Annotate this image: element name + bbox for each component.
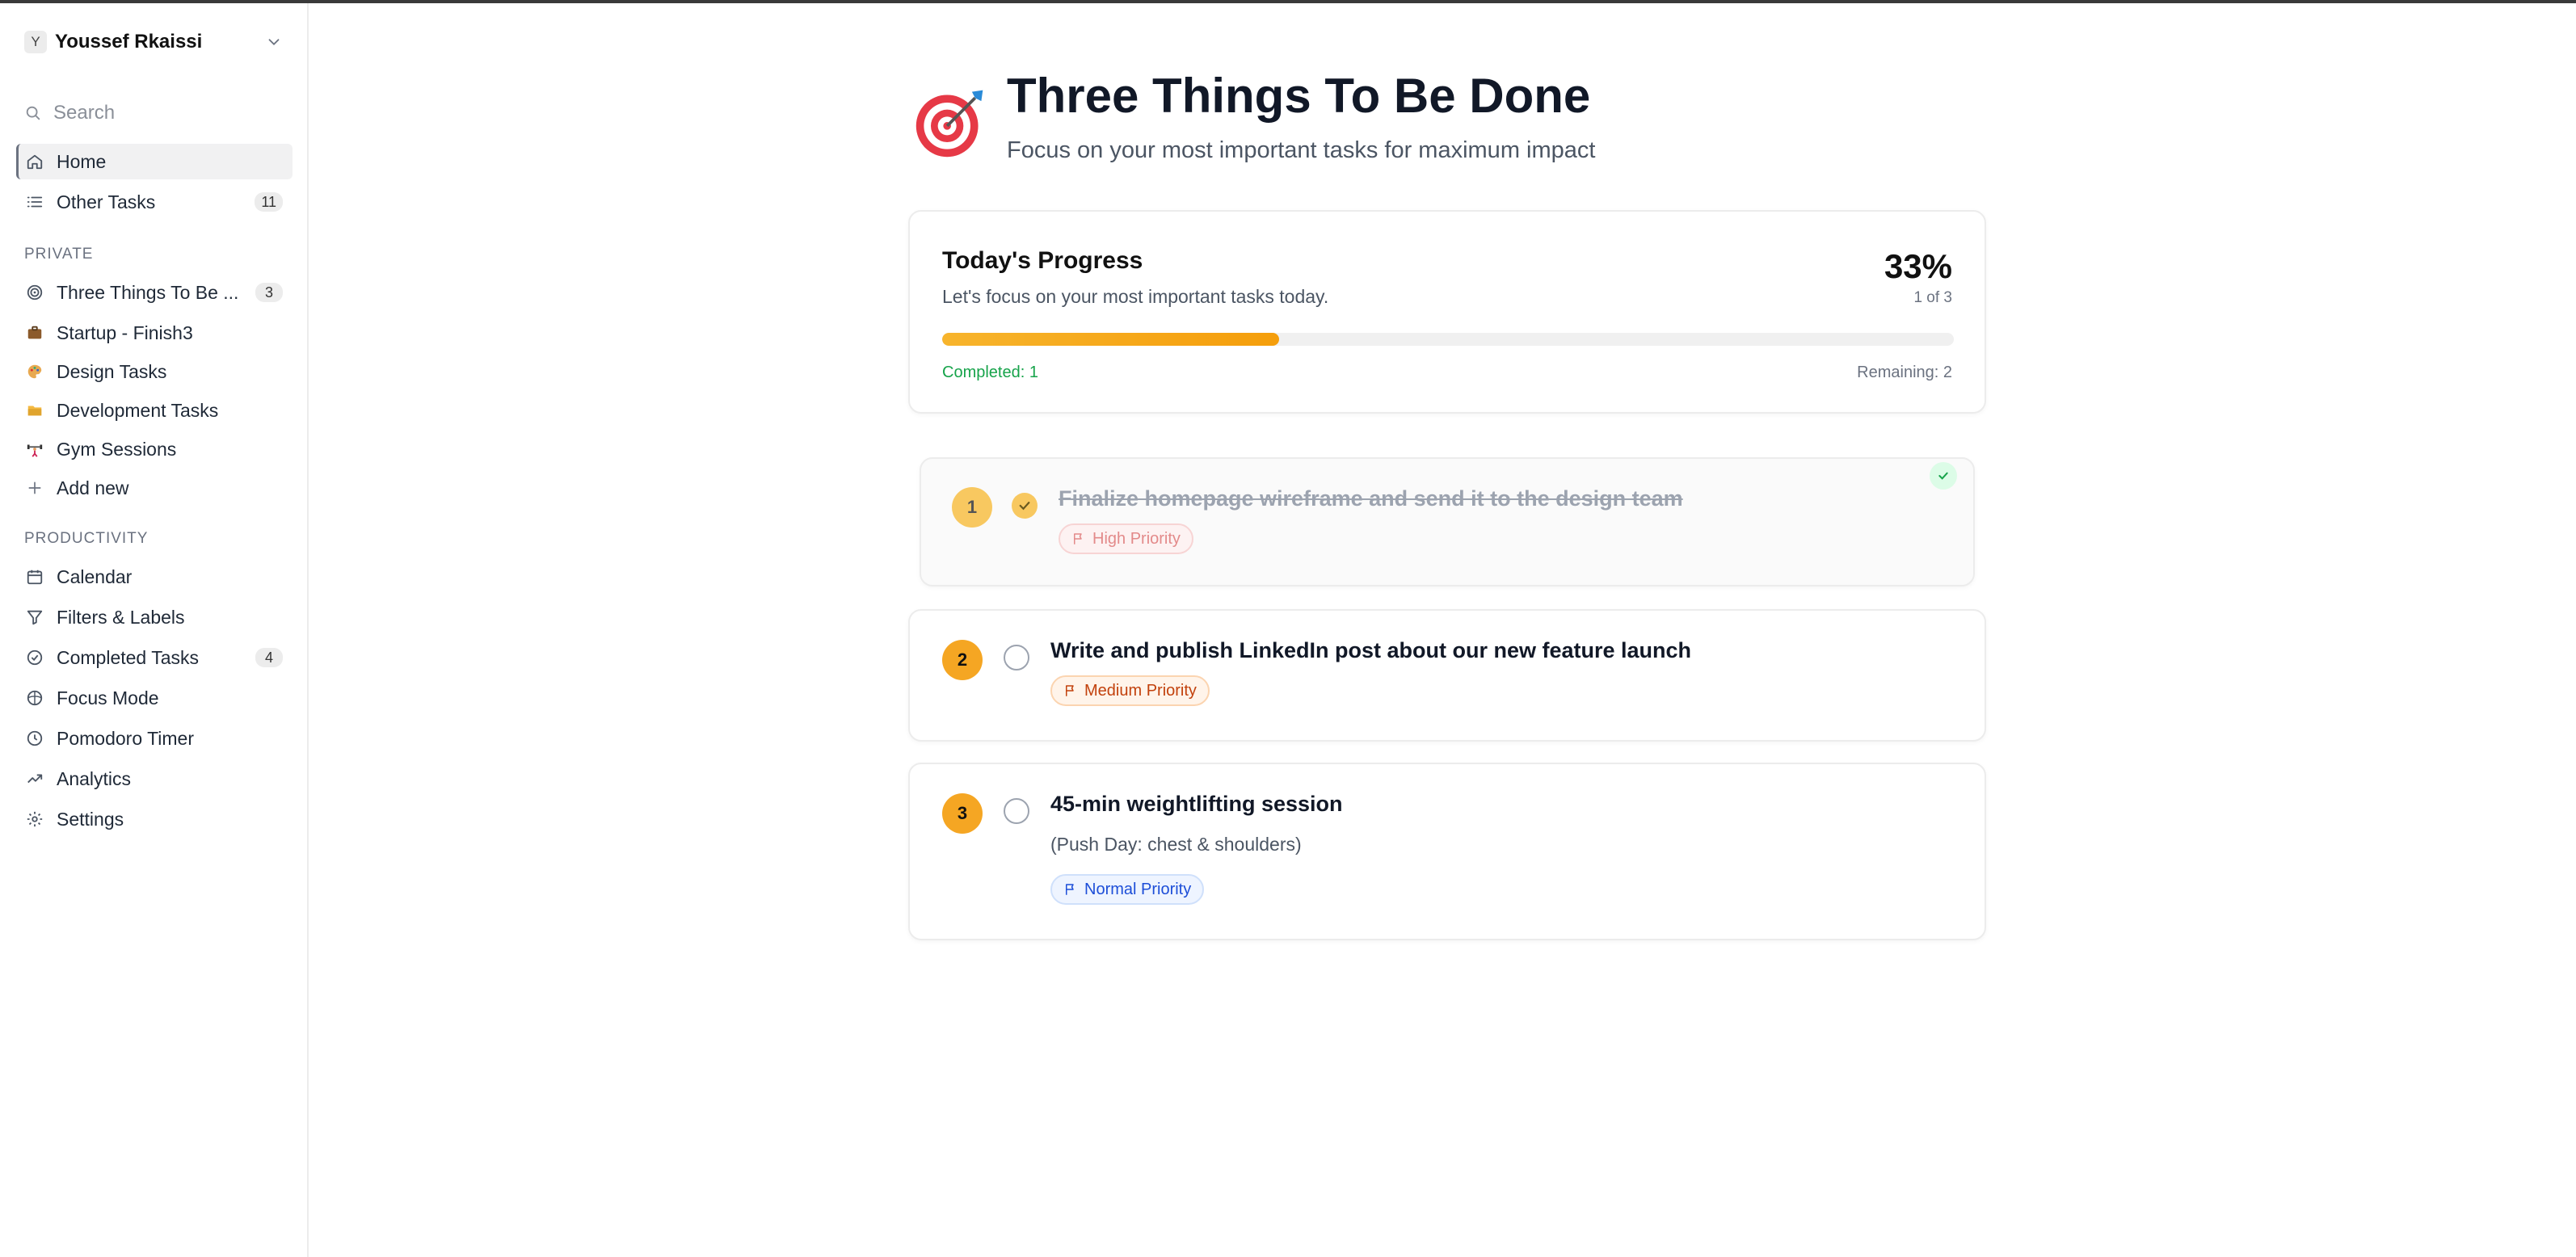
completed-count: Completed: 1 (942, 364, 1038, 381)
sidebar-item-calendar[interactable]: Calendar (16, 559, 293, 595)
user-name: Youssef Rkaissi (55, 31, 203, 53)
search-input[interactable]: Search (24, 99, 283, 128)
calendar-icon (24, 566, 45, 587)
priority-badge: Normal Priority (1050, 874, 1205, 905)
sidebar-item-focus-mode[interactable]: Focus Mode (16, 680, 293, 716)
folder-icon (24, 400, 45, 421)
count-badge: 3 (255, 283, 283, 302)
sidebar-item-label: Filters & Labels (57, 606, 185, 628)
page-header: Three Things To Be Done Focus on your mo… (911, 63, 1639, 168)
sidebar: Y Youssef Rkaissi Search Home Other Task… (0, 3, 309, 1257)
task-number: 2 (942, 640, 983, 680)
sidebar-item-label: Gym Sessions (57, 438, 177, 460)
task-number: 1 (952, 487, 992, 528)
sidebar-item-three-things[interactable]: Three Things To Be ... 3 (16, 275, 293, 310)
progress-bar-fill (942, 333, 1279, 346)
progress-count: 1 of 3 (1913, 289, 1952, 306)
sidebar-item-label: Home (57, 150, 107, 172)
focus-icon (24, 687, 45, 708)
sidebar-item-label: Design Tasks (57, 360, 167, 382)
list-icon (24, 191, 45, 212)
sidebar-item-completed-tasks[interactable]: Completed Tasks 4 (16, 640, 293, 675)
sidebar-item-label: Completed Tasks (57, 646, 199, 668)
sidebar-item-settings[interactable]: Settings (16, 801, 293, 837)
remaining-count: Remaining: 2 (1857, 364, 1952, 381)
count-badge: 11 (255, 192, 283, 212)
window-top-border (0, 0, 2576, 3)
sidebar-item-other-tasks[interactable]: Other Tasks 11 (16, 184, 293, 220)
priority-label: Normal Priority (1084, 880, 1192, 898)
sidebar-item-label: Three Things To Be ... (57, 281, 239, 303)
progress-bar (942, 333, 1954, 346)
section-label-private: PRIVATE (24, 246, 94, 263)
task-checkbox[interactable] (1012, 493, 1038, 519)
search-placeholder: Search (53, 102, 116, 124)
task-checkbox[interactable] (1004, 645, 1029, 671)
sidebar-item-filters-labels[interactable]: Filters & Labels (16, 599, 293, 635)
sidebar-item-home[interactable]: Home (16, 144, 293, 179)
task-card[interactable]: 2 Write and publish LinkedIn post about … (908, 609, 1986, 742)
task-card[interactable]: 3 45-min weightlifting session (Push Day… (908, 763, 1986, 940)
weightlifter-icon (24, 439, 45, 460)
palette-icon (24, 361, 45, 382)
sidebar-item-label: Startup - Finish3 (57, 322, 193, 343)
target-icon (24, 282, 45, 303)
gear-icon (24, 809, 45, 830)
add-new-button[interactable]: Add new (16, 470, 293, 506)
sidebar-item-label: Settings (57, 808, 124, 830)
priority-label: Medium Priority (1084, 681, 1197, 700)
check-icon (1019, 502, 1030, 511)
flag-icon (1066, 884, 1074, 895)
sidebar-item-label: Development Tasks (57, 399, 219, 421)
progress-percent: 33% (1884, 247, 1952, 285)
priority-badge: High Priority (1059, 523, 1193, 554)
workspace-switcher[interactable]: Y Youssef Rkaissi (24, 27, 283, 57)
progress-card: Today's Progress Let's focus on your mos… (908, 210, 1986, 414)
trending-icon (24, 768, 45, 789)
sidebar-item-analytics[interactable]: Analytics (16, 761, 293, 797)
priority-badge: Medium Priority (1050, 675, 1210, 706)
priority-label: High Priority (1092, 529, 1181, 548)
task-title: 45-min weightlifting session (1050, 792, 1343, 816)
section-label-productivity: PRODUCTIVITY (24, 530, 149, 547)
page-title: Three Things To Be Done (1007, 69, 1591, 123)
briefcase-icon (24, 322, 45, 343)
avatar: Y (24, 31, 47, 53)
search-icon (26, 106, 40, 120)
sidebar-item-label: Pomodoro Timer (57, 727, 195, 749)
sidebar-item-gym-sessions[interactable]: Gym Sessions (16, 431, 293, 467)
sidebar-item-label: Add new (57, 477, 129, 498)
task-note: (Push Day: chest & shoulders) (1050, 834, 1302, 855)
task-checkbox[interactable] (1004, 798, 1029, 824)
sidebar-item-development-tasks[interactable]: Development Tasks (16, 393, 293, 428)
sidebar-item-design-tasks[interactable]: Design Tasks (16, 354, 293, 389)
clock-icon (24, 728, 45, 749)
task-card[interactable]: 1 Finalize homepage wireframe and send i… (920, 457, 1975, 586)
sidebar-item-label: Focus Mode (57, 687, 159, 708)
progress-subtitle: Let's focus on your most important tasks… (942, 286, 1329, 307)
sidebar-item-label: Calendar (57, 565, 133, 587)
flag-icon (1066, 685, 1074, 696)
task-title: Write and publish LinkedIn post about ou… (1050, 638, 1692, 662)
check-circle-icon (24, 647, 45, 668)
plus-icon (24, 477, 45, 498)
page-subtitle: Focus on your most important tasks for m… (1007, 137, 1596, 163)
count-badge: 4 (255, 648, 283, 667)
flag-icon (1074, 533, 1082, 544)
sidebar-item-startup[interactable]: Startup - Finish3 (16, 315, 293, 351)
home-icon (24, 151, 45, 172)
completed-check-icon (1930, 462, 1957, 490)
chevron-down-icon (268, 39, 280, 46)
target-icon (915, 90, 983, 158)
task-number: 3 (942, 793, 983, 834)
sidebar-item-label: Other Tasks (57, 191, 156, 212)
filter-icon (24, 607, 45, 628)
task-title: Finalize homepage wireframe and send it … (1059, 486, 1683, 511)
sidebar-item-label: Analytics (57, 767, 132, 789)
sidebar-item-pomodoro-timer[interactable]: Pomodoro Timer (16, 721, 293, 756)
progress-title: Today's Progress (942, 247, 1143, 274)
